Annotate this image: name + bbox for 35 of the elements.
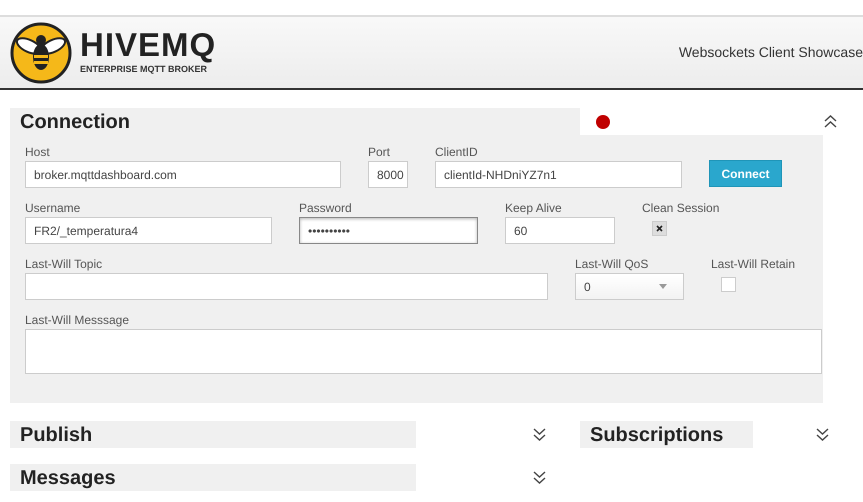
field-label: Last-Will Retain bbox=[711, 257, 796, 271]
field-label: ClientID bbox=[435, 145, 479, 159]
checkbox[interactable] bbox=[721, 277, 736, 292]
field-label: Clean Session bbox=[642, 201, 720, 215]
field-label: Last-Will QoS bbox=[575, 257, 650, 271]
input-field[interactable]: broker.mqttdashboard.com bbox=[25, 161, 341, 188]
field-label: Username bbox=[25, 201, 82, 215]
input-field[interactable]: 60 bbox=[505, 217, 615, 244]
section-header[interactable]: Publish bbox=[10, 421, 416, 448]
checkbox[interactable] bbox=[652, 221, 667, 236]
expand-icon[interactable] bbox=[815, 427, 830, 442]
cross-icon bbox=[656, 225, 663, 232]
caret-icon bbox=[659, 284, 667, 289]
field-label: Host bbox=[25, 145, 51, 159]
input-field[interactable]: 8000 bbox=[368, 161, 408, 188]
expand-icon[interactable] bbox=[532, 427, 547, 442]
input-field[interactable]: FR2/_temperatura4 bbox=[25, 217, 272, 244]
qos-dropdown[interactable]: 0 bbox=[575, 273, 684, 300]
page-title: Websockets Client Showcase bbox=[678, 43, 863, 62]
logo-tagline: ENTERPRISE MQTT BROKER bbox=[80, 63, 208, 76]
section-header[interactable]: Messages bbox=[10, 464, 416, 491]
field-label: Keep Alive bbox=[505, 201, 563, 215]
field-label: Last-Will Topic bbox=[25, 257, 104, 271]
input-field[interactable]: clientId-NHDniYZ7n1 bbox=[435, 161, 682, 188]
input-field[interactable] bbox=[25, 273, 548, 300]
logo-wordmark: HIVEMQ bbox=[80, 28, 216, 62]
field-label: Port bbox=[368, 145, 392, 159]
collapse-icon[interactable] bbox=[823, 114, 838, 129]
field-label: Password bbox=[299, 201, 353, 215]
field-label: Last-Will Messsage bbox=[25, 313, 130, 327]
logo-icon bbox=[10, 22, 72, 84]
section-header[interactable]: Subscriptions bbox=[580, 421, 753, 448]
expand-icon[interactable] bbox=[532, 470, 547, 485]
section-header[interactable]: Connection bbox=[10, 108, 580, 135]
password-field[interactable]: •••••••••• bbox=[299, 217, 478, 244]
